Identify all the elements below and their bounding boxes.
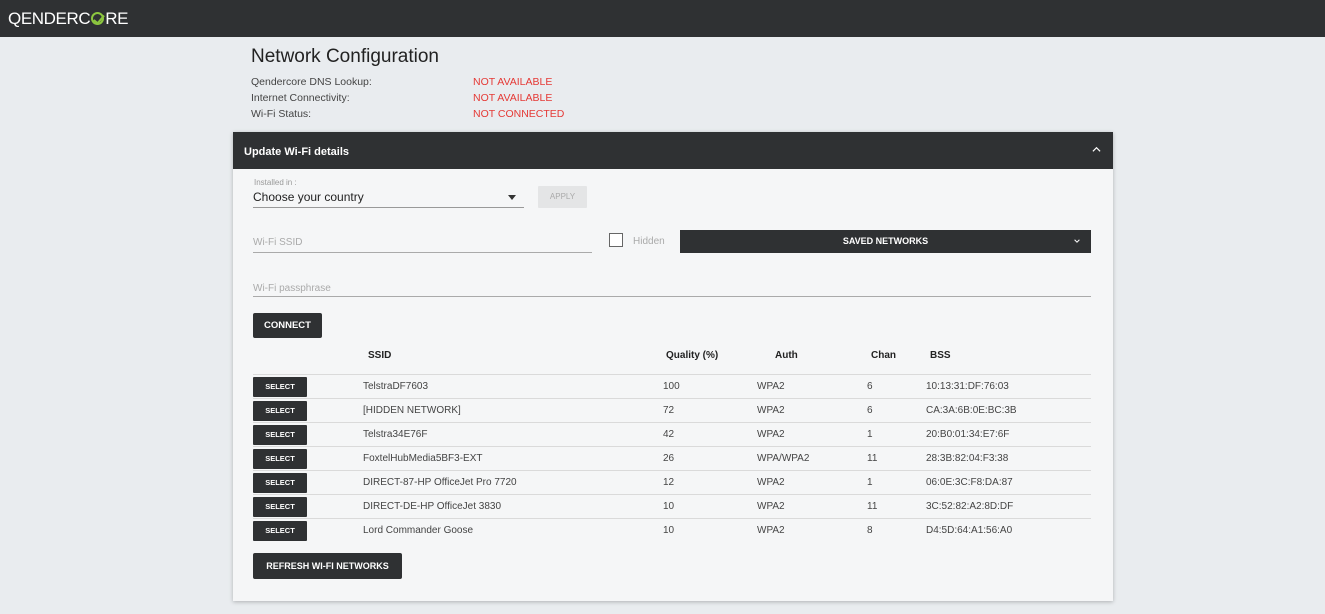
- network-channel: 6: [867, 381, 873, 392]
- network-auth: WPA2: [757, 429, 785, 440]
- country-select-value: Choose your country: [253, 190, 364, 204]
- network-channel: 11: [867, 501, 878, 512]
- network-bss: 20:B0:01:34:E7:6F: [926, 429, 1010, 440]
- hidden-checkbox[interactable]: [609, 233, 623, 247]
- select-network-button[interactable]: SELECT: [253, 473, 307, 493]
- column-header-quality: Quality (%): [666, 350, 719, 361]
- network-channel: 11: [867, 453, 878, 464]
- network-quality: 42: [663, 429, 675, 440]
- network-quality: 12: [663, 477, 675, 488]
- column-header-chan: Chan: [871, 350, 896, 361]
- top-app-bar: QENDERC RE: [0, 0, 1325, 37]
- network-quality: 26: [663, 453, 675, 464]
- saved-networks-label: SAVED NETWORKS: [842, 236, 929, 246]
- saved-networks-button[interactable]: SAVED NETWORKS: [680, 230, 1091, 253]
- column-header-bss: BSS: [930, 350, 951, 361]
- status-value: NOT AVAILABLE: [473, 92, 553, 104]
- column-header-ssid: SSID: [368, 350, 392, 361]
- network-channel: 8: [867, 525, 873, 536]
- logo-text-start: QENDERC: [8, 9, 91, 28]
- network-row: SELECT Lord Commander Goose 10 WPA2 8 D4…: [253, 518, 1091, 542]
- status-label: Internet Connectivity:: [251, 92, 350, 104]
- network-auth: WPA2: [757, 501, 785, 512]
- refresh-wifi-networks-button[interactable]: REFRESH WI-FI NETWORKS: [253, 553, 402, 579]
- network-ssid: Lord Commander Goose: [363, 525, 474, 536]
- wifi-card-header[interactable]: Update Wi-Fi details: [233, 132, 1113, 169]
- qendercore-logo[interactable]: QENDERC RE: [8, 9, 128, 29]
- chevron-up-icon[interactable]: [1092, 145, 1101, 154]
- network-bss: D4:5D:64:A1:56:A0: [926, 525, 1013, 536]
- status-value: NOT CONNECTED: [473, 108, 565, 120]
- column-header-auth: Auth: [775, 350, 798, 361]
- select-network-button[interactable]: SELECT: [253, 521, 307, 541]
- network-quality: 10: [663, 501, 675, 512]
- wifi-details-card: Update Wi-Fi details Installed in : Choo…: [233, 132, 1113, 601]
- select-network-button[interactable]: SELECT: [253, 497, 307, 517]
- network-row: SELECT FoxtelHubMedia5BF3-EXT 26 WPA/WPA…: [253, 446, 1091, 470]
- select-network-button[interactable]: SELECT: [253, 401, 307, 421]
- network-row: SELECT DIRECT-DE-HP OfficeJet 3830 10 WP…: [253, 494, 1091, 518]
- network-row: SELECT TelstraDF7603 100 WPA2 6 10:13:31…: [253, 374, 1091, 398]
- status-value: NOT AVAILABLE: [473, 76, 553, 88]
- network-ssid: DIRECT-DE-HP OfficeJet 3830: [363, 501, 502, 512]
- network-ssid: [HIDDEN NETWORK]: [363, 405, 461, 416]
- network-auth: WPA2: [757, 381, 785, 392]
- status-row-wifi: Wi-Fi Status: NOT CONNECTED: [251, 108, 564, 124]
- network-auth: WPA2: [757, 525, 785, 536]
- installed-in-label: Installed in :: [254, 178, 297, 187]
- network-auth: WPA2: [757, 405, 785, 416]
- network-quality: 72: [663, 405, 675, 416]
- wifi-passphrase-input[interactable]: Wi-Fi passphrase: [253, 283, 1091, 297]
- page-title: Network Configuration: [251, 46, 439, 67]
- status-row-dns: Qendercore DNS Lookup: NOT AVAILABLE: [251, 76, 552, 92]
- network-ssid: DIRECT-87-HP OfficeJet Pro 7720: [363, 477, 517, 488]
- select-network-button[interactable]: SELECT: [253, 449, 307, 469]
- network-auth: WPA/WPA2: [757, 453, 810, 464]
- connect-button[interactable]: CONNECT: [253, 313, 322, 338]
- hidden-label: Hidden: [633, 236, 665, 247]
- network-bss: 28:3B:82:04:F3:38: [926, 453, 1009, 464]
- wifi-ssid-input[interactable]: Wi-Fi SSID: [253, 237, 592, 253]
- network-status-section: Network Configuration Qendercore DNS Loo…: [251, 46, 564, 124]
- chevron-down-icon: [1074, 239, 1080, 243]
- network-ssid: FoxtelHubMedia5BF3-EXT: [363, 453, 483, 464]
- network-channel: 1: [867, 429, 873, 440]
- network-bss: 06:0E:3C:F8:DA:87: [926, 477, 1013, 488]
- logo-check-icon: [91, 12, 105, 25]
- dropdown-arrow-icon: [508, 195, 516, 200]
- network-channel: 1: [867, 477, 873, 488]
- network-ssid: TelstraDF7603: [363, 381, 429, 392]
- network-auth: WPA2: [757, 477, 785, 488]
- network-bss: 3C:52:82:A2:8D:DF: [926, 501, 1014, 512]
- network-bss: CA:3A:6B:0E:BC:3B: [926, 405, 1017, 416]
- apply-button[interactable]: APPLY: [538, 186, 587, 208]
- status-label: Wi-Fi Status:: [251, 108, 312, 120]
- logo-text-end: RE: [105, 9, 129, 28]
- wifi-card-title: Update Wi-Fi details: [244, 146, 350, 158]
- network-quality: 100: [663, 381, 680, 392]
- network-quality: 10: [663, 525, 675, 536]
- status-label: Qendercore DNS Lookup:: [251, 76, 372, 88]
- network-channel: 6: [867, 405, 873, 416]
- select-network-button[interactable]: SELECT: [253, 377, 307, 397]
- network-row: SELECT Telstra34E76F 42 WPA2 1 20:B0:01:…: [253, 422, 1091, 446]
- status-row-internet: Internet Connectivity: NOT AVAILABLE: [251, 92, 552, 108]
- network-row: SELECT DIRECT-87-HP OfficeJet Pro 7720 1…: [253, 470, 1091, 494]
- network-ssid: Telstra34E76F: [363, 429, 428, 440]
- network-row: SELECT [HIDDEN NETWORK] 72 WPA2 6 CA:3A:…: [253, 398, 1091, 422]
- country-select[interactable]: Choose your country: [253, 190, 524, 208]
- select-network-button[interactable]: SELECT: [253, 425, 307, 445]
- network-bss: 10:13:31:DF:76:03: [926, 381, 1009, 392]
